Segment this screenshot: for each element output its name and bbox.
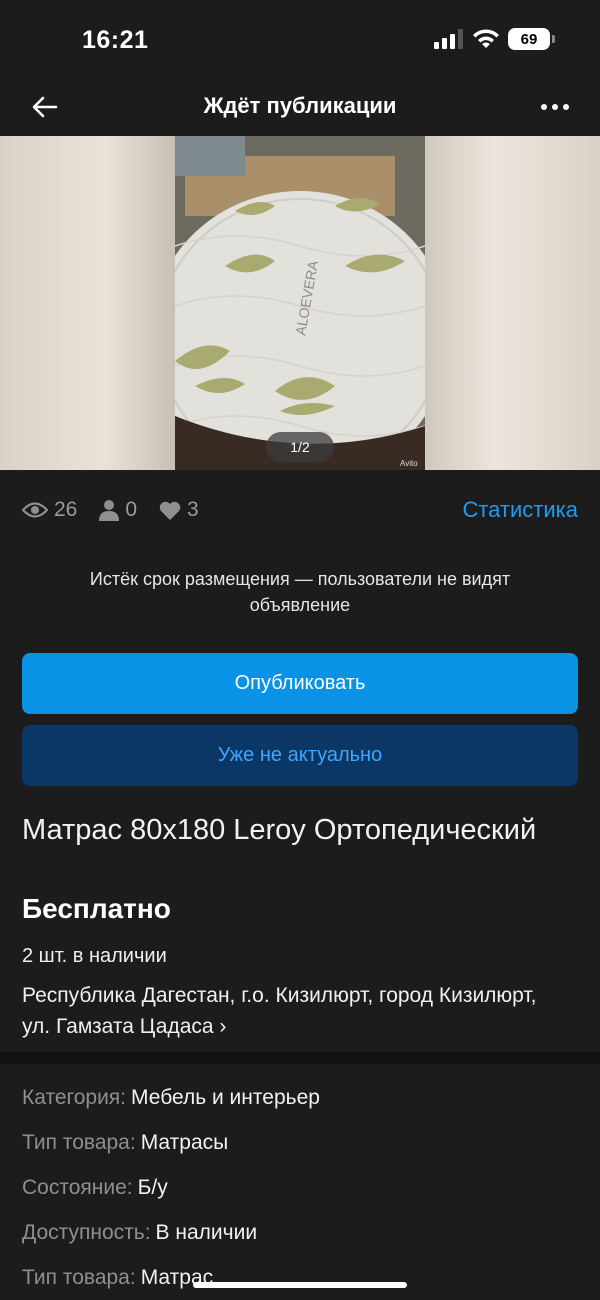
status-bar: 16:21 69 [0, 0, 600, 80]
contacts-stat: 0 [99, 498, 137, 522]
param-value: Мебель и интерьер [131, 1085, 320, 1109]
item-stock: 2 шт. в наличии [22, 945, 167, 967]
home-indicator[interactable] [193, 1282, 407, 1288]
views-count: 26 [54, 498, 78, 521]
views-stat: 26 [22, 498, 77, 522]
chevron-right-icon: › [219, 1015, 227, 1038]
item-price: Бесплатно [22, 893, 171, 924]
eye-icon [22, 502, 48, 518]
param-value: Матрасы [140, 1130, 229, 1154]
signal-icon [434, 29, 463, 49]
gallery-blur-left [0, 136, 175, 470]
not-relevant-button[interactable]: Уже не актуально [22, 725, 578, 786]
gallery-pager: 1/2 [266, 432, 334, 462]
param-row: Состояние: Б/у [22, 1165, 578, 1210]
publish-button[interactable]: Опубликовать [22, 653, 578, 714]
param-key: Доступность: [22, 1220, 151, 1244]
item-address[interactable]: Республика Дагестан, г.о. Кизилюрт, горо… [22, 980, 560, 1042]
item-params: Категория: Мебель и интерьер Тип товара:… [22, 1064, 578, 1300]
param-value: Б/у [137, 1175, 168, 1199]
param-row: Доступность: В наличии [22, 1210, 578, 1255]
favorites-count: 3 [187, 498, 199, 521]
status-time: 16:21 [82, 26, 149, 54]
stats-row: 26 0 3 Статистика [22, 490, 578, 530]
section-divider [0, 1052, 600, 1064]
param-value: В наличии [155, 1220, 258, 1244]
gallery-blur-right [425, 136, 600, 470]
battery-icon: 69 [508, 28, 555, 50]
item-title: Матрас 80х180 Leroy Ортопедический [22, 814, 537, 846]
favorites-stat: 3 [159, 498, 199, 522]
param-key: Категория: [22, 1085, 127, 1109]
param-key: Тип товара: [22, 1130, 136, 1154]
more-options-icon[interactable] [540, 94, 570, 120]
status-icons: 69 [434, 28, 555, 50]
page-title: Ждёт публикации [203, 93, 397, 118]
param-row: Тип товара: Матрас [22, 1255, 578, 1300]
expired-notice: Истёк срок размещения — пользователи не … [89, 569, 511, 615]
statistics-link[interactable]: Статистика [462, 497, 578, 523]
param-row: Категория: Мебель и интерьер [22, 1075, 578, 1120]
mattress-photo[interactable]: ALOEVERA Avito [175, 136, 425, 470]
nav-bar: Ждёт публикации [0, 80, 600, 136]
wifi-icon [473, 29, 499, 48]
avito-watermark: Avito [400, 459, 418, 468]
item-address-text: Республика Дагестан, г.о. Кизилюрт, горо… [22, 984, 537, 1038]
photo-gallery[interactable]: ALOEVERA Avito [0, 136, 600, 470]
param-row: Тип товара: Матрасы [22, 1120, 578, 1165]
heart-icon [159, 501, 181, 520]
person-icon [99, 500, 120, 521]
contacts-count: 0 [125, 498, 138, 521]
param-key: Тип товара: [22, 1265, 136, 1289]
battery-level: 69 [520, 30, 538, 48]
param-key: Состояние: [22, 1175, 133, 1199]
